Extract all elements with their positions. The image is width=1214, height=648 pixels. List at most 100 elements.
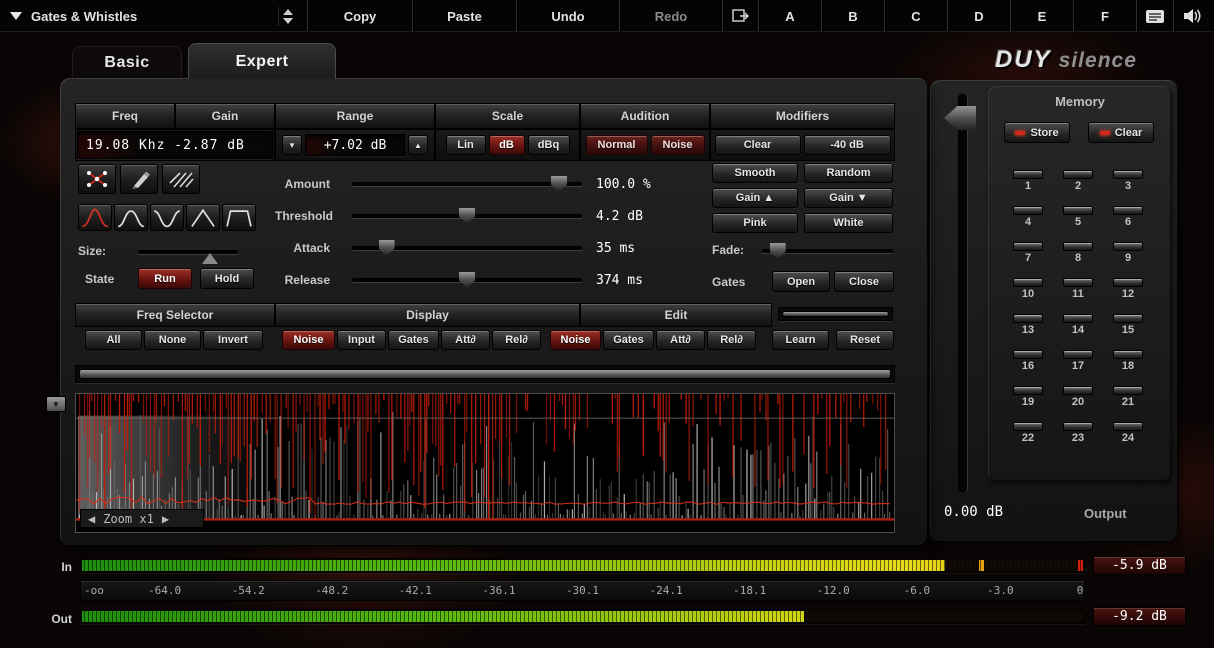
state-hold-button[interactable]: Hold <box>200 268 254 289</box>
memory-slot-button-12[interactable] <box>1113 278 1143 287</box>
modifier-gain-up-button[interactable]: Gain ▲ <box>712 188 798 208</box>
threshold-slider-handle[interactable] <box>459 208 475 224</box>
modifier-gain-down-button[interactable]: Gain ▼ <box>804 188 893 208</box>
gates-close-button[interactable]: Close <box>834 271 894 292</box>
memory-slot-button-7[interactable] <box>1013 242 1043 251</box>
amount-slider[interactable] <box>352 182 582 186</box>
preset-selector[interactable]: Gates & Whistles <box>0 0 308 32</box>
shape-flat-top-button[interactable] <box>222 204 256 231</box>
output-fader-handle[interactable] <box>944 106 976 130</box>
memory-slot-button-20[interactable] <box>1063 386 1093 395</box>
audition-normal-button[interactable]: Normal <box>586 135 648 155</box>
freq-none-button[interactable]: None <box>144 330 201 350</box>
memory-store-button[interactable]: Store <box>1004 122 1070 143</box>
memory-slot-button-22[interactable] <box>1013 422 1043 431</box>
modifier-pink-button[interactable]: Pink <box>712 213 798 233</box>
fade-slider-handle[interactable] <box>770 243 786 259</box>
memory-slot-button-2[interactable] <box>1063 170 1093 179</box>
memory-slot-button-5[interactable] <box>1063 206 1093 215</box>
size-slider[interactable] <box>138 250 238 254</box>
memory-slot-button-18[interactable] <box>1113 350 1143 359</box>
compare-icon[interactable] <box>723 0 759 32</box>
attack-slider-handle[interactable] <box>379 240 395 256</box>
display-input-button[interactable]: Input <box>337 330 386 350</box>
slot-c-button[interactable]: C <box>885 0 948 32</box>
fade-slider[interactable] <box>762 249 893 253</box>
points-tool-button[interactable] <box>78 164 116 194</box>
slot-a-button[interactable]: A <box>759 0 822 32</box>
learn-button[interactable]: Learn <box>772 330 829 350</box>
spectrum-scrollbar[interactable] <box>75 365 895 383</box>
slot-f-button[interactable]: F <box>1074 0 1137 32</box>
spinner-up-icon[interactable] <box>283 9 293 15</box>
amount-slider-handle[interactable] <box>551 176 567 192</box>
memory-slot-button-17[interactable] <box>1063 350 1093 359</box>
memory-slot-button-3[interactable] <box>1113 170 1143 179</box>
shape-sharp-peak-button[interactable] <box>78 204 112 231</box>
memory-slot-button-16[interactable] <box>1013 350 1043 359</box>
state-run-button[interactable]: Run <box>138 268 192 289</box>
memory-slot-button-8[interactable] <box>1063 242 1093 251</box>
output-fader-track[interactable] <box>958 94 968 492</box>
shape-notch-button[interactable] <box>150 204 184 231</box>
spectrum-scrollbar-thumb[interactable] <box>79 369 891 379</box>
memory-slot-button-21[interactable] <box>1113 386 1143 395</box>
memory-slot-button-13[interactable] <box>1013 314 1043 323</box>
memory-slot-button-24[interactable] <box>1113 422 1143 431</box>
audition-noise-button[interactable]: Noise <box>651 135 705 155</box>
edit-att-button[interactable]: Att∂ <box>656 330 705 350</box>
memory-slot-button-4[interactable] <box>1013 206 1043 215</box>
memory-slot-button-15[interactable] <box>1113 314 1143 323</box>
copy-button[interactable]: Copy <box>308 0 413 32</box>
freq-invert-button[interactable]: Invert <box>203 330 263 350</box>
modifier-clear-button[interactable]: Clear <box>715 135 801 155</box>
modifier-white-button[interactable]: White <box>804 213 893 233</box>
spinner-down-icon[interactable] <box>283 18 293 24</box>
edit-noise-button[interactable]: Noise <box>550 330 601 350</box>
edit-smooth-slider-bar[interactable] <box>782 311 889 317</box>
zoom-next-button[interactable]: ▶ <box>162 512 169 526</box>
notes-icon[interactable] <box>1137 0 1174 32</box>
redo-button[interactable]: Redo <box>620 0 723 32</box>
display-gates-button[interactable]: Gates <box>388 330 439 350</box>
scale-dbq-button[interactable]: dBq <box>528 135 570 155</box>
slot-e-button[interactable]: E <box>1011 0 1074 32</box>
memory-slot-button-9[interactable] <box>1113 242 1143 251</box>
paste-button[interactable]: Paste <box>413 0 517 32</box>
range-up-button[interactable]: ▲ <box>408 135 428 155</box>
tab-expert[interactable]: Expert <box>188 43 336 79</box>
zoom-prev-button[interactable]: ◀ <box>88 512 95 526</box>
display-rel-button[interactable]: Rel∂ <box>492 330 541 350</box>
modifier-random-button[interactable]: Random <box>804 163 893 183</box>
preset-spinner[interactable] <box>278 7 297 26</box>
gates-open-button[interactable]: Open <box>772 271 830 292</box>
display-noise-button[interactable]: Noise <box>282 330 335 350</box>
memory-slot-button-6[interactable] <box>1113 206 1143 215</box>
memory-slot-button-19[interactable] <box>1013 386 1043 395</box>
edit-rel-button[interactable]: Rel∂ <box>707 330 756 350</box>
edit-smooth-slider[interactable] <box>778 307 893 321</box>
pencil-tool-button[interactable] <box>120 164 158 194</box>
size-slider-handle[interactable] <box>202 253 218 264</box>
speaker-icon[interactable] <box>1174 0 1212 32</box>
memory-slot-button-1[interactable] <box>1013 170 1043 179</box>
memory-clear-button[interactable]: Clear <box>1088 122 1154 143</box>
memory-slot-button-23[interactable] <box>1063 422 1093 431</box>
reset-button[interactable]: Reset <box>836 330 894 350</box>
slot-b-button[interactable]: B <box>822 0 885 32</box>
range-down-button[interactable]: ▼ <box>282 135 302 155</box>
modifier-minus40db-button[interactable]: -40 dB <box>804 135 891 155</box>
edit-gates-button[interactable]: Gates <box>603 330 654 350</box>
threshold-slider[interactable] <box>352 214 582 218</box>
tab-basic[interactable]: Basic <box>72 46 182 79</box>
scale-lin-button[interactable]: Lin <box>446 135 486 155</box>
attack-slider[interactable] <box>352 246 582 250</box>
memory-slot-button-10[interactable] <box>1013 278 1043 287</box>
slot-d-button[interactable]: D <box>948 0 1011 32</box>
release-slider[interactable] <box>352 278 582 282</box>
spectrum-marker-button[interactable]: ▼ <box>46 396 66 412</box>
modifier-smooth-button[interactable]: Smooth <box>712 163 798 183</box>
release-slider-handle[interactable] <box>459 272 475 288</box>
scale-db-button[interactable]: dB <box>489 135 525 155</box>
spectrum-display[interactable]: ◀ Zoom x1 ▶ <box>75 393 895 533</box>
